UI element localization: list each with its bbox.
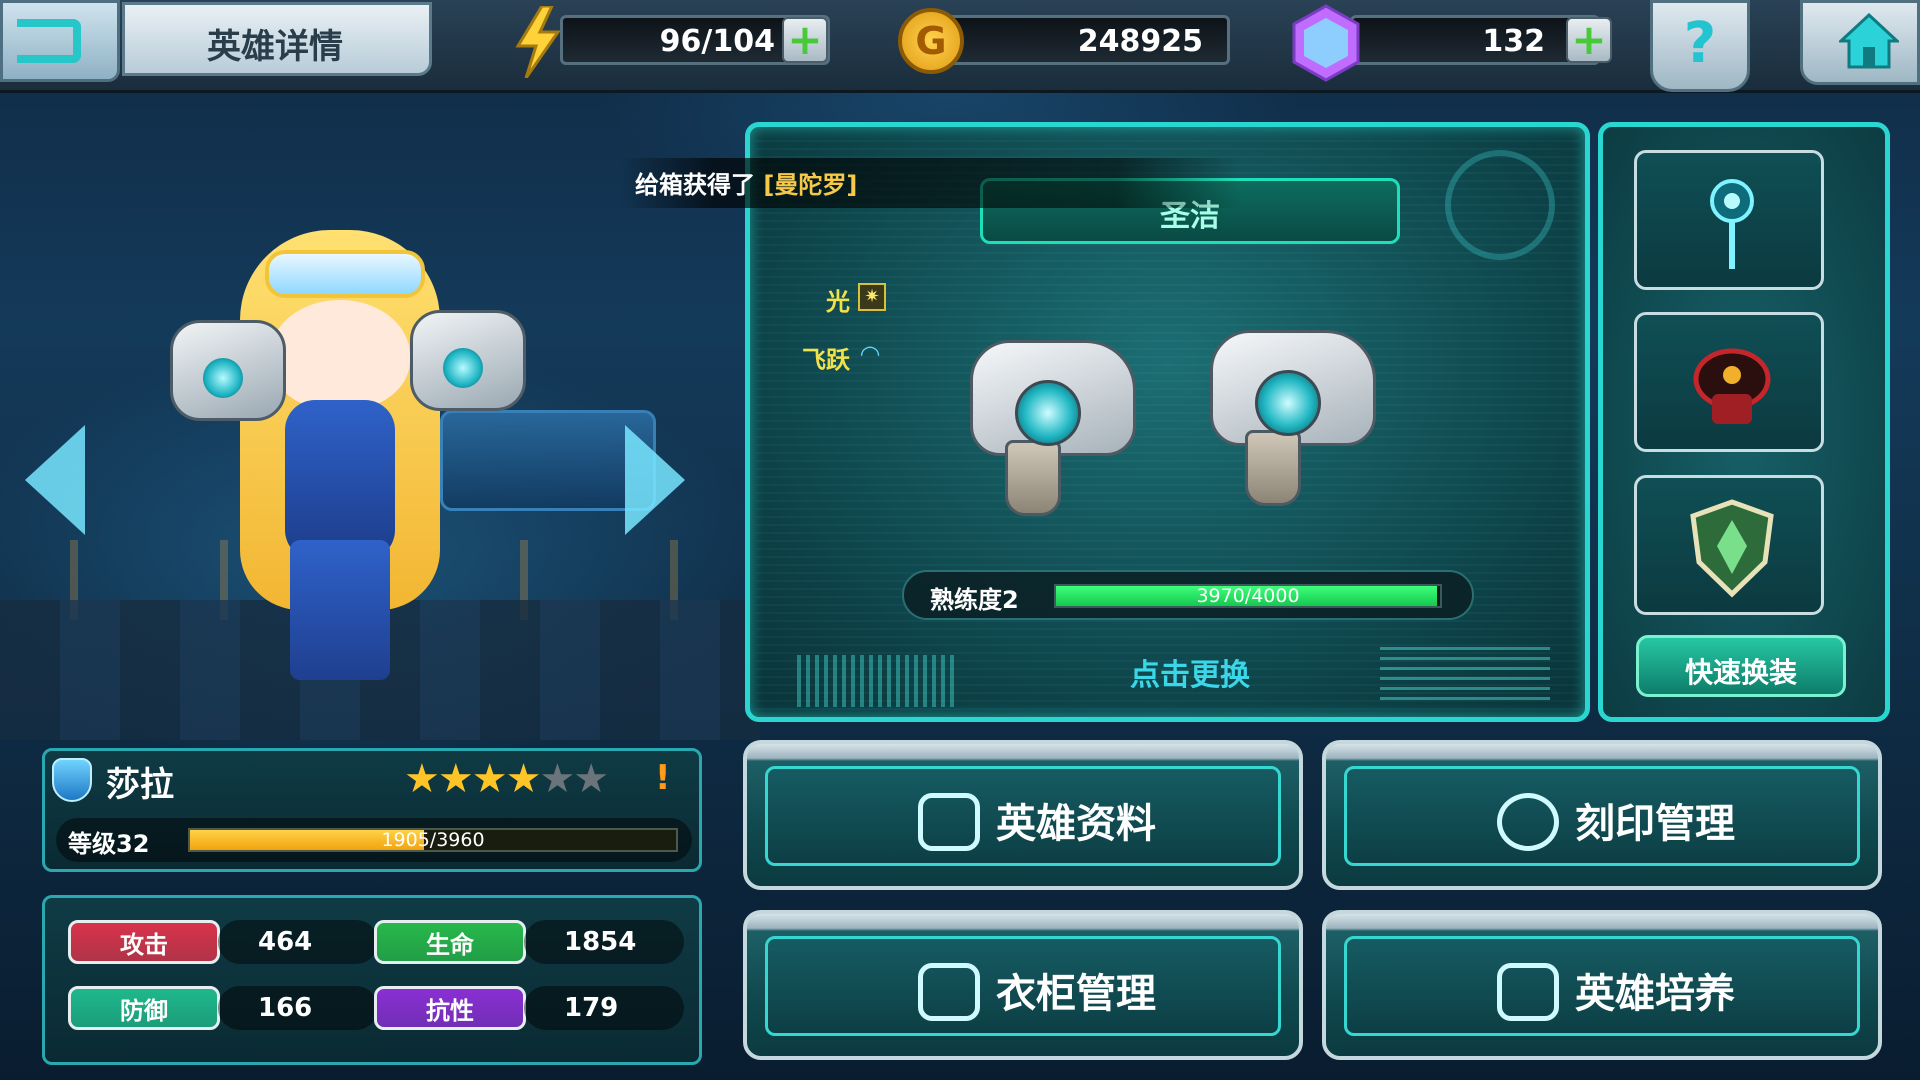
- hero-stars: ★★★★★★: [404, 756, 609, 802]
- attribute-leap: 飞跃: [802, 346, 850, 374]
- star-empty-icon: ★: [573, 756, 609, 802]
- exp-value: 1905/3960: [381, 829, 485, 851]
- level-label: 等级32: [68, 830, 150, 858]
- gem-bar: 132: [1350, 15, 1600, 65]
- plus-icon: +: [1571, 15, 1607, 64]
- home-icon: [1839, 13, 1899, 69]
- background-window: [440, 410, 656, 511]
- weapon-gun-left[interactable]: [960, 310, 1140, 516]
- title-plate: 英雄详情: [122, 2, 432, 76]
- quick-equip-button[interactable]: 快速换装: [1636, 635, 1846, 697]
- add-gems-button[interactable]: +: [1566, 17, 1612, 63]
- page-title: 英雄详情: [207, 27, 343, 67]
- gold-coin-icon: G: [898, 8, 964, 74]
- warning-icon[interactable]: !: [655, 758, 671, 798]
- imprint-icon: [1497, 793, 1559, 851]
- armor-accessory-icon: [1693, 348, 1771, 424]
- home-button[interactable]: [1800, 0, 1920, 85]
- sun-element-icon: ✷: [858, 283, 886, 311]
- proficiency-value: 3970/4000: [1196, 585, 1300, 607]
- wardrobe-management-button[interactable]: 衣柜管理: [743, 910, 1303, 1060]
- previous-hero-arrow[interactable]: [25, 425, 85, 535]
- gem-value: 132: [1482, 24, 1545, 59]
- star-filled-icon: ★: [437, 756, 474, 802]
- add-energy-button[interactable]: +: [782, 17, 828, 63]
- stat-attack-value: 464: [218, 920, 378, 964]
- equipment-slot-1[interactable]: [1634, 150, 1824, 290]
- training-label: 英雄培养: [1575, 971, 1735, 1017]
- lines-decoration: [1380, 645, 1550, 700]
- imprint-management-button[interactable]: 刻印管理: [1322, 740, 1882, 890]
- star-empty-icon: ★: [539, 756, 575, 802]
- change-weapon-button[interactable]: 点击更换: [1090, 650, 1290, 694]
- notice-item: [曼陀罗]: [763, 171, 858, 199]
- star-filled-icon: ★: [471, 756, 508, 802]
- equipment-slot-2[interactable]: [1634, 312, 1824, 452]
- notice-text: 给箱获得了 [曼陀罗]: [635, 165, 857, 200]
- hero-training-button[interactable]: 英雄培养: [1322, 910, 1882, 1060]
- wardrobe-label: 衣柜管理: [996, 971, 1156, 1017]
- gem-icon: [1292, 4, 1360, 82]
- hero-class-icon: [52, 758, 92, 802]
- equalizer-decoration: [797, 655, 957, 707]
- person-icon: [918, 793, 980, 851]
- upgrade-person-icon: [1497, 963, 1559, 1021]
- next-hero-arrow[interactable]: [625, 425, 685, 535]
- weapon-gun-right[interactable]: [1200, 300, 1380, 506]
- question-icon: ?: [1683, 11, 1717, 76]
- stat-resistance-value: 179: [524, 986, 684, 1030]
- stat-hp-label: 生命: [374, 920, 526, 964]
- stat-resistance-label: 抗性: [374, 986, 526, 1030]
- staff-accessory-icon: [1710, 179, 1754, 269]
- hero-name: 莎拉: [106, 765, 174, 805]
- hero-info-button[interactable]: 英雄资料: [743, 740, 1303, 890]
- gold-value: 248925: [1077, 24, 1203, 59]
- quick-equip-label: 快速换装: [1684, 656, 1797, 689]
- help-button[interactable]: ?: [1650, 0, 1750, 92]
- star-filled-icon: ★: [404, 756, 440, 802]
- notice-prefix: 给箱获得了: [635, 171, 755, 199]
- radar-decoration: [1445, 150, 1555, 260]
- shield-emblem-icon: [1690, 499, 1774, 598]
- attribute-light: 光: [826, 288, 850, 316]
- stat-defense-label: 防御: [68, 986, 220, 1030]
- energy-value: 96/104: [659, 24, 775, 59]
- plus-icon: +: [787, 15, 823, 64]
- star-filled-icon: ★: [505, 756, 542, 802]
- back-button[interactable]: [0, 0, 120, 82]
- hero-info-label: 英雄资料: [996, 801, 1156, 847]
- stat-hp-value: 1854: [524, 920, 684, 964]
- wing-element-icon: ◠: [859, 340, 881, 368]
- back-arrow-icon: [17, 19, 81, 63]
- shirt-icon: [918, 963, 980, 1021]
- lightning-icon: [515, 6, 561, 78]
- proficiency-label: 熟练度2: [930, 586, 1019, 614]
- imprint-label: 刻印管理: [1575, 801, 1735, 847]
- stat-attack-label: 攻击: [68, 920, 220, 964]
- gold-bar: 248925: [930, 15, 1230, 65]
- equipment-slot-3[interactable]: [1634, 475, 1824, 615]
- stat-defense-value: 166: [218, 986, 378, 1030]
